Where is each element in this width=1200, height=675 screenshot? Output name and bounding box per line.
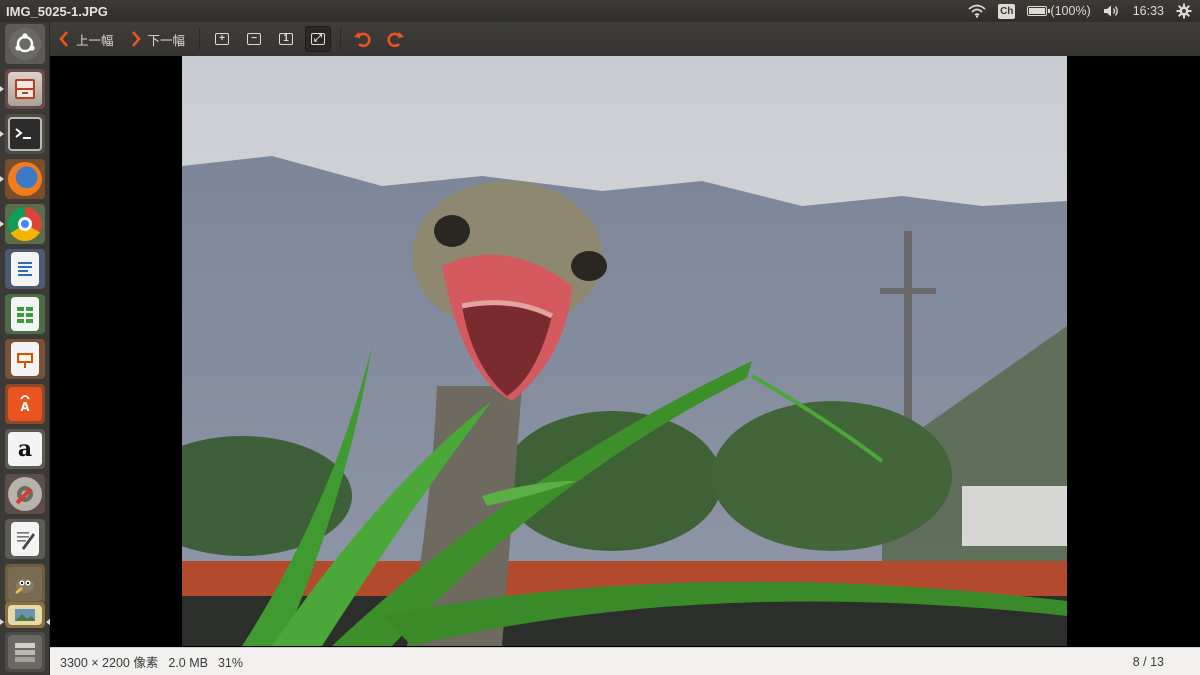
launcher-chrome-button[interactable] (0, 204, 45, 244)
session-indicator[interactable] (1170, 0, 1200, 22)
clock-time: 16:33 (1132, 4, 1164, 18)
status-bar: 3300 × 2200 像素 2.0 MB 31% 8 / 13 (50, 647, 1200, 675)
terminal-icon (8, 117, 42, 151)
file-cabinet-icon (8, 72, 42, 106)
spreadsheet-icon (11, 297, 39, 331)
writer-doc-icon (11, 252, 39, 286)
firefox-icon (8, 162, 42, 196)
top-panel: IMG_5025-1.JPG Ch (100%) 16:33 (0, 0, 1200, 22)
shopping-bag-icon: A (8, 387, 42, 421)
text-editor-icon (11, 522, 39, 556)
launcher-gimp-button[interactable] (5, 564, 45, 604)
launcher-amazon-button[interactable]: a (5, 429, 45, 469)
keyboard-indicator[interactable]: Ch (992, 0, 1021, 22)
rotate-left-button[interactable] (350, 26, 376, 52)
launcher-impress-button[interactable] (5, 339, 45, 379)
zoom-in-button[interactable]: + (209, 26, 235, 52)
chrome-icon (8, 207, 42, 241)
file-size: 2.0 MB (168, 656, 208, 670)
previous-label: 上一幅 (76, 33, 114, 48)
gear-icon (1176, 3, 1192, 19)
actual-size-button[interactable]: 1 (273, 26, 299, 52)
chevron-left-icon (59, 31, 68, 47)
gimp-icon (8, 567, 42, 601)
network-indicator[interactable] (962, 0, 992, 22)
keyboard-layout-badge: Ch (998, 3, 1016, 19)
next-label: 下一幅 (147, 33, 186, 48)
battery-percentage: (100%) (1050, 4, 1091, 18)
launcher-files-button[interactable] (0, 69, 45, 109)
zoom-in-icon: + (215, 33, 230, 45)
next-image-button[interactable]: 下一幅 (122, 22, 194, 56)
launcher-dash-button[interactable] (5, 24, 45, 64)
actual-size-icon: 1 (279, 33, 294, 45)
best-fit-icon: ⤢ (311, 33, 326, 45)
launcher-text-editor-button[interactable] (5, 519, 45, 559)
sound-indicator[interactable] (1097, 0, 1127, 22)
workspace-switcher-icon (8, 635, 42, 669)
launcher-software-center-button[interactable]: A (5, 384, 45, 424)
image-viewer-icon (8, 605, 42, 625)
launcher-firefox-button[interactable] (0, 159, 45, 199)
image-position: 8 / 13 (1132, 654, 1164, 669)
rotate-left-icon (354, 32, 371, 48)
battery-indicator[interactable]: (100%) (1021, 0, 1096, 22)
launcher-image-viewer-button[interactable] (0, 602, 51, 628)
viewer-toolbar: 上一幅 下一幅 + − 1 ⤢ (50, 22, 1200, 56)
clock[interactable]: 16:33 (1127, 0, 1170, 22)
best-fit-button[interactable]: ⤢ (305, 26, 332, 52)
image-dimensions: 3300 × 2200 像素 (60, 656, 159, 670)
previous-image-button[interactable]: 上一幅 (50, 22, 122, 56)
wifi-icon (968, 4, 986, 18)
ubuntu-logo-icon (9, 28, 41, 60)
unity-launcher: A a (0, 22, 51, 675)
launcher-system-settings-button[interactable] (5, 474, 45, 514)
zoom-level: 31% (217, 656, 243, 670)
launcher-workspaces-button[interactable] (5, 632, 45, 672)
chevron-right-icon (131, 31, 141, 47)
toolbar-separator (340, 28, 342, 50)
launcher-calc-button[interactable] (5, 294, 45, 334)
image-info: 3300 × 2200 像素 2.0 MB 31% (60, 652, 253, 671)
indicator-area: Ch (100%) 16:33 (962, 0, 1200, 22)
displayed-photo[interactable] (182, 56, 1067, 646)
launcher-writer-button[interactable] (5, 249, 45, 289)
svg-text:A: A (20, 400, 30, 414)
rotate-right-icon (387, 32, 405, 48)
settings-wrench-icon (8, 477, 42, 511)
zoom-out-icon: − (247, 33, 262, 45)
amazon-icon: a (8, 432, 42, 466)
presentation-icon (11, 342, 39, 376)
image-canvas[interactable] (50, 56, 1200, 647)
toolbar-separator (199, 28, 201, 50)
zoom-out-button[interactable]: − (241, 26, 267, 52)
window-title: IMG_5025-1.JPG (6, 3, 108, 19)
battery-icon (1027, 6, 1051, 16)
speaker-icon (1103, 5, 1118, 17)
rotate-right-button[interactable] (382, 26, 408, 52)
launcher-terminal-button[interactable] (0, 114, 45, 154)
